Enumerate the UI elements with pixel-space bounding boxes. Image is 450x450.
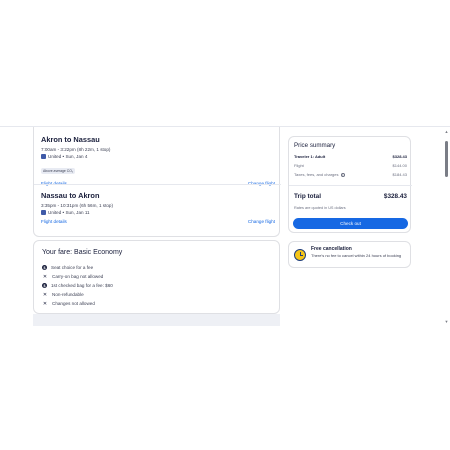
traveler-value: $328.43 bbox=[392, 154, 407, 159]
fare-list: $ Seat choice for a fee ✕ Carry-on bag n… bbox=[42, 263, 113, 308]
return-leg: Nassau to Akron 3:35pm - 10:31pm (6h 56m… bbox=[41, 191, 275, 227]
bottom-blank-area bbox=[0, 326, 450, 450]
fare-title: Your fare: Basic Economy bbox=[42, 249, 123, 256]
trip-total-value: $328.43 bbox=[383, 193, 407, 200]
price-summary-title: Price summary bbox=[294, 142, 336, 149]
fare-item-text: Changes not allowed bbox=[52, 301, 95, 306]
currency-note: Rates are quoted in US dollars bbox=[294, 206, 346, 210]
check-out-button[interactable]: Check out bbox=[293, 218, 408, 229]
fare-item: $ 1st checked bag for a fee: $60 bbox=[42, 281, 113, 290]
page-scrollbar[interactable]: ▲ ▼ bbox=[442, 127, 450, 326]
united-logo-icon bbox=[41, 210, 46, 215]
clock-icon bbox=[294, 249, 306, 261]
flight-details-link[interactable]: Flight details bbox=[41, 219, 67, 224]
fare-item: $ Seat choice for a fee bbox=[42, 263, 113, 272]
airline-text: United • Sun, Jan 11 bbox=[48, 210, 90, 215]
fare-item: ✕ Carry-on bag not allowed bbox=[42, 272, 113, 281]
co2-badge: Above average CO₂ bbox=[41, 168, 76, 174]
outbound-leg: Akron to Nassau 7:00am - 3:22pm (8h 22m,… bbox=[41, 135, 275, 189]
fare-card: Your fare: Basic Economy $ Seat choice f… bbox=[33, 240, 280, 314]
route-title: Nassau to Akron bbox=[41, 191, 100, 200]
united-logo-icon bbox=[41, 154, 46, 159]
flight-value: $144.00 bbox=[392, 163, 407, 168]
flight-time: 7:00am - 3:22pm (8h 22m, 1 stop) bbox=[41, 147, 111, 152]
trip-total-label: Trip total bbox=[294, 193, 321, 200]
scroll-up-icon[interactable]: ▲ bbox=[444, 129, 449, 134]
taxes-label: Taxes, fees, and charges bbox=[294, 172, 339, 177]
fare-item-text: Seat choice for a fee bbox=[51, 265, 94, 270]
airline-info: United • Sun, Jan 11 bbox=[41, 210, 275, 215]
cancellation-title: Free cancellation bbox=[311, 246, 352, 252]
flights-card: Akron to Nassau 7:00am - 3:22pm (8h 22m,… bbox=[33, 127, 281, 237]
traveler-row: Traveler 1: Adult $328.43 bbox=[294, 154, 407, 159]
price-divider bbox=[289, 185, 412, 186]
flight-label: Flight bbox=[294, 163, 304, 168]
clock-minute-hand bbox=[300, 255, 303, 256]
top-blank-area bbox=[0, 0, 450, 126]
fare-item-text: Non-refundable bbox=[52, 292, 84, 297]
taxes-row: Taxes, fees, and charges i $184.43 bbox=[294, 172, 407, 177]
taxes-value: $184.43 bbox=[392, 172, 407, 177]
airline-info: United • Sun, Jan 4 bbox=[41, 154, 275, 159]
x-icon: ✕ bbox=[42, 273, 48, 280]
price-summary-card: Price summary Traveler 1: Adult $328.43 … bbox=[288, 136, 412, 233]
route-title: Akron to Nassau bbox=[41, 135, 100, 144]
next-section-strip bbox=[33, 314, 280, 326]
flight-time: 3:35pm - 10:31pm (6h 56m, 1 stop) bbox=[41, 203, 114, 208]
info-icon[interactable]: i bbox=[340, 172, 345, 177]
fare-item-text: Carry-on bag not allowed bbox=[52, 274, 104, 279]
airline-text: United • Sun, Jan 4 bbox=[48, 154, 88, 159]
leg-divider bbox=[34, 184, 281, 185]
dollar-icon: $ bbox=[42, 265, 47, 270]
scroll-down-icon[interactable]: ▼ bbox=[444, 319, 449, 324]
change-flight-link[interactable]: Change flight bbox=[248, 219, 275, 224]
fare-item: ✕ Non-refundable bbox=[42, 290, 113, 299]
flight-links: Flight details Change flight bbox=[41, 219, 275, 227]
free-cancellation-card: Free cancellation There's no fee to canc… bbox=[288, 241, 411, 268]
x-icon: ✕ bbox=[42, 291, 48, 298]
flight-links: Flight details Change flight bbox=[41, 181, 275, 189]
checkout-content: Akron to Nassau 7:00am - 3:22pm (8h 22m,… bbox=[0, 126, 450, 326]
taxes-label-wrap: Taxes, fees, and charges i bbox=[294, 172, 345, 177]
dollar-icon: $ bbox=[42, 283, 47, 288]
flight-row: Flight $144.00 bbox=[294, 163, 407, 168]
x-icon: ✕ bbox=[42, 300, 48, 307]
fare-item: ✕ Changes not allowed bbox=[42, 299, 113, 308]
scrollbar-thumb[interactable] bbox=[445, 141, 448, 177]
traveler-label: Traveler 1: Adult bbox=[294, 154, 326, 159]
fare-item-text: 1st checked bag for a fee: $60 bbox=[51, 283, 113, 288]
trip-total-row: Trip total $328.43 bbox=[294, 193, 407, 200]
cancellation-description: There's no fee to cancel within 24 hours… bbox=[311, 253, 402, 258]
